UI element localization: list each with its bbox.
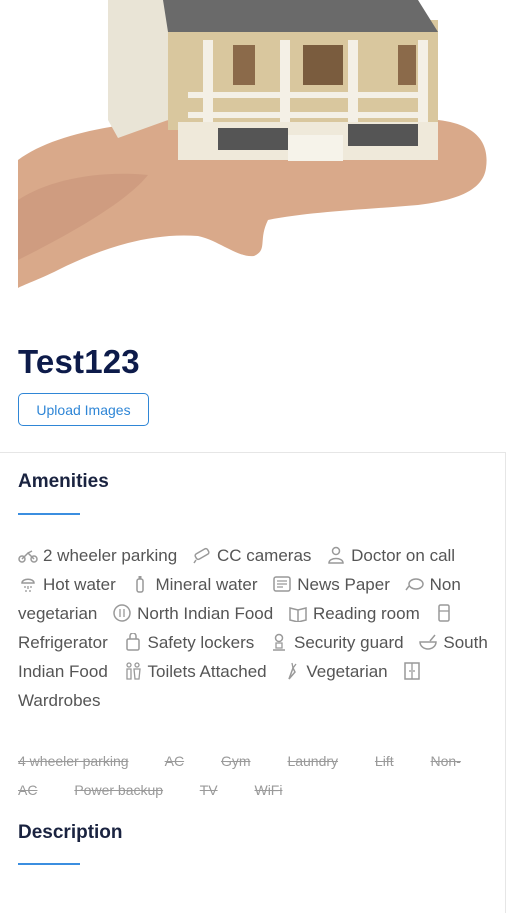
- vegetable-icon: [281, 660, 301, 680]
- description-underline: [18, 863, 80, 865]
- scooter-icon: [18, 544, 38, 563]
- amenities-heading: Amenities: [18, 471, 109, 492]
- bowl-icon: [418, 631, 438, 650]
- amenity-item: Toilets Attached: [123, 662, 272, 681]
- amenity-item: Mineral water: [130, 575, 262, 594]
- unavailable-amenity: WiFi: [254, 782, 283, 798]
- amenity-label: Vegetarian: [306, 662, 388, 681]
- property-photo: [18, 0, 488, 290]
- amenity-label: North Indian Food: [137, 604, 274, 623]
- amenity-label: Reading room: [312, 604, 420, 623]
- amenity-item: Hot water: [18, 575, 120, 594]
- amenity-item: Vegetarian: [281, 662, 392, 681]
- unavailable-amenity: TV: [199, 782, 218, 798]
- plate-icon: [112, 602, 132, 622]
- amenities-underline: [18, 513, 80, 515]
- amenity-label: Doctor on call: [351, 546, 456, 565]
- unavailable-amenities: 4 wheeler parking AC Gym Laundry Lift No…: [18, 747, 488, 805]
- amenity-label: Safety lockers: [147, 633, 255, 652]
- unavailable-amenity: AC: [164, 753, 185, 769]
- amenity-item: Reading room: [288, 604, 425, 623]
- amenity-label: CC cameras: [216, 546, 312, 565]
- amenity-label: News Paper: [297, 575, 390, 594]
- description-heading: Description: [18, 822, 123, 843]
- amenity-item: Doctor on call: [326, 546, 455, 565]
- amenity-item: Security guard: [269, 633, 408, 652]
- amenity-item: Safety lockers: [123, 631, 260, 652]
- unavailable-amenity: 4 wheeler parking: [18, 753, 129, 769]
- amenity-item: North Indian Food: [112, 604, 278, 623]
- amenity-item: News Paper: [272, 575, 394, 594]
- unavailable-amenity: Gym: [220, 753, 251, 769]
- amenity-item: 2 wheeler parking: [18, 546, 182, 565]
- toilet-icon: [123, 660, 143, 680]
- amenity-label: Security guard: [294, 633, 404, 652]
- unavailable-amenity: Lift: [374, 753, 394, 769]
- unavailable-amenity: Power backup: [74, 782, 164, 798]
- amenity-label: Mineral water: [155, 575, 258, 594]
- wardrobe-icon: [402, 660, 422, 680]
- amenity-label: 2 wheeler parking: [43, 546, 178, 565]
- amenity-label: Wardrobes: [18, 691, 101, 710]
- newspaper-icon: [272, 573, 292, 592]
- amenity-label: Refrigerator: [18, 633, 108, 652]
- amenity-label: Hot water: [43, 575, 116, 594]
- doctor-icon: [326, 544, 346, 564]
- fridge-icon: [434, 602, 454, 622]
- shower-icon: [18, 573, 38, 592]
- amenity-item: CC cameras: [192, 546, 316, 565]
- locker-icon: [123, 631, 143, 651]
- property-title: Test123: [18, 343, 140, 380]
- amenities-list: 2 wheeler parking CC cameras Doctor on c…: [18, 541, 488, 715]
- amenity-label: Toilets Attached: [147, 662, 267, 681]
- upload-images-button[interactable]: Upload Images: [18, 393, 149, 426]
- guard-icon: [269, 631, 289, 651]
- unavailable-amenity: Laundry: [287, 753, 339, 769]
- water-bottle-icon: [130, 573, 150, 593]
- cctv-camera-icon: [192, 544, 212, 564]
- book-icon: [288, 602, 308, 623]
- chicken-icon: [405, 573, 425, 591]
